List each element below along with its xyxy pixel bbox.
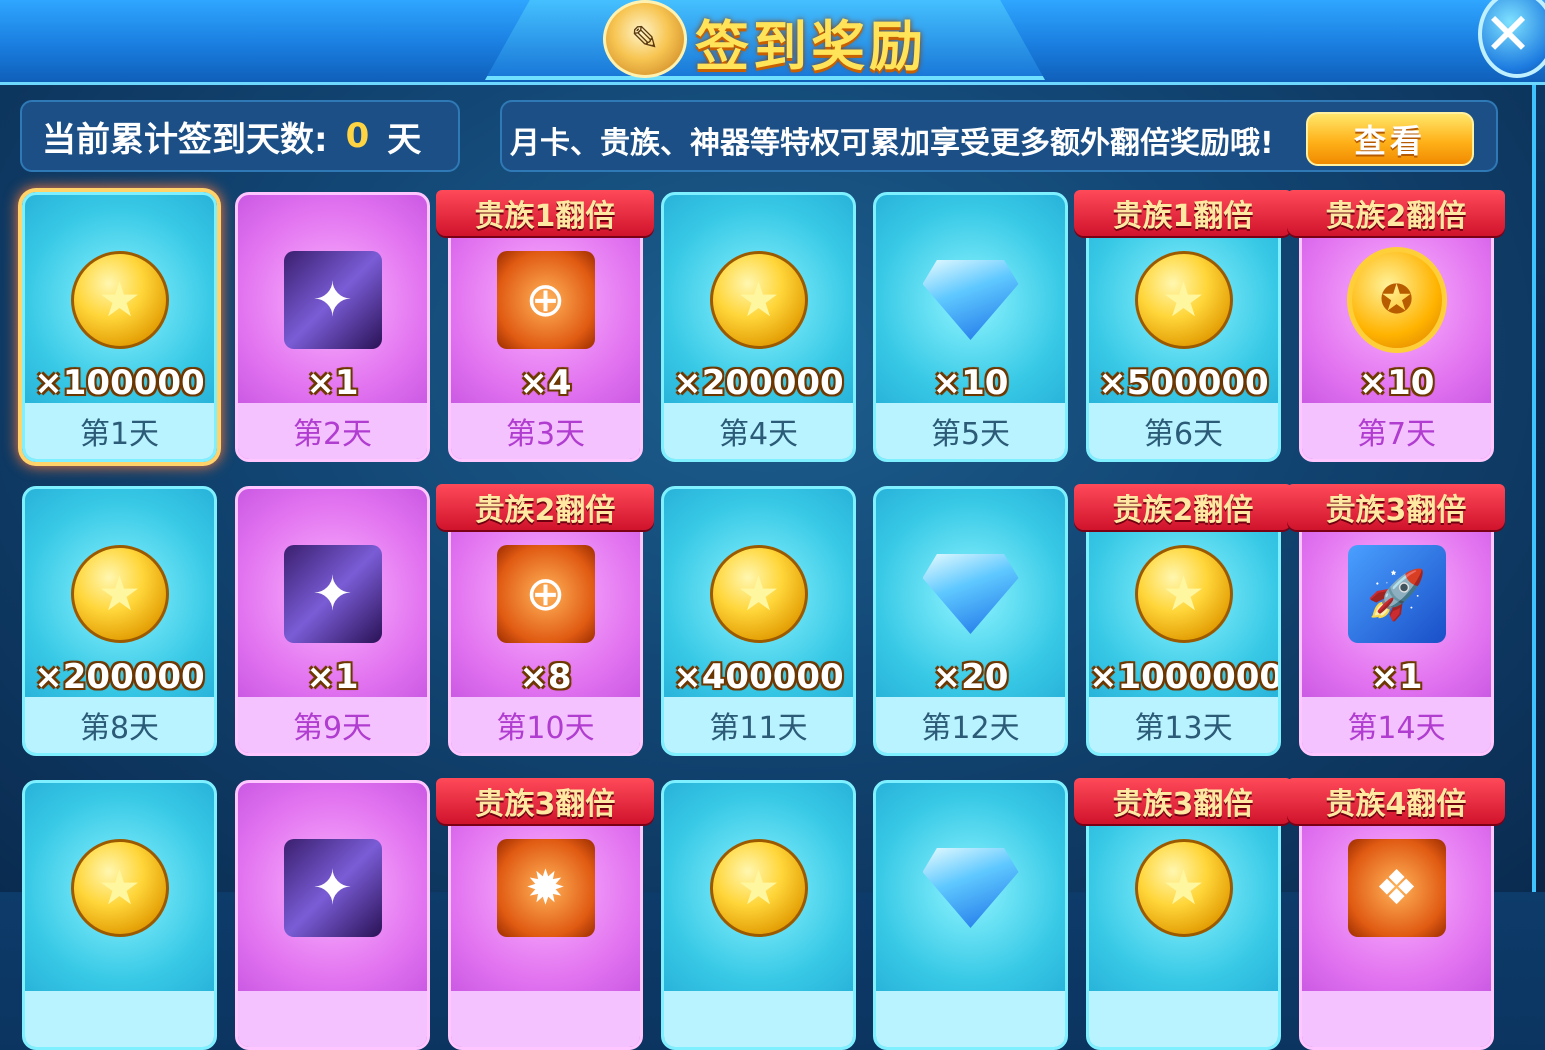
diamond-icon [921,250,1021,350]
reward-card[interactable]: ★ ×400000 第11天 [661,486,856,756]
reward-card[interactable]: ×10 第5天 [873,192,1068,462]
total-days-value: 0 [345,116,370,156]
reward-day-label: 第5天 [876,403,1065,459]
reward-card[interactable]: ★ [22,780,217,1050]
target-icon: ⊕ [496,250,596,350]
reward-card[interactable]: ★ ×200000 第4天 [661,192,856,462]
reward-card[interactable]: ✦ [235,780,430,1050]
noble-multiplier-ribbon: 贵族2翻倍 [1074,484,1292,530]
reward-amount: ×100000 [34,363,205,403]
reward-day-label: 第8天 [25,697,214,753]
reward-day-label [25,991,214,1047]
reward-amount: ×10 [932,363,1009,403]
reward-card[interactable]: ✦ ×1 第2天 [235,192,430,462]
reward-day-label: 第13天 [1089,697,1278,753]
reward-amount: ×4 [519,363,572,403]
reward-day-label: 第11天 [664,697,853,753]
coin-icon: ★ [70,250,170,350]
reward-card[interactable] [873,780,1068,1050]
reward-day-label: 第12天 [876,697,1065,753]
noble-multiplier-ribbon: 贵族2翻倍 [1287,190,1505,236]
noble-multiplier-ribbon: 贵族3翻倍 [1074,778,1292,824]
reward-amount: ×200000 [34,657,205,697]
total-days-unit: 天 [387,119,422,160]
noble-multiplier-ribbon: 贵族4翻倍 [1287,778,1505,824]
medal-icon: ✪ [1346,247,1447,353]
reward-amount: ×400000 [673,657,844,697]
coin-icon: ★ [1134,838,1234,938]
reward-card[interactable]: ✦ ×1 第9天 [235,486,430,756]
reward-amount: ×1 [306,657,359,697]
total-days-label: 当前累计签到天数: [42,119,328,160]
reward-day-label: 第7天 [1302,403,1491,459]
reward-amount: ×1 [306,363,359,403]
privilege-notice: 月卡、贵族、神器等特权可累加享受更多额外翻倍奖励哦! 查看 [500,100,1498,172]
noble-multiplier-ribbon: 贵族2翻倍 [436,484,654,530]
reward-card[interactable]: ×20 第12天 [873,486,1068,756]
reward-day-label [1302,991,1491,1047]
reward-amount: ×1000000 [1089,657,1281,697]
reward-amount: ×1 [1370,657,1423,697]
page-title: 签到奖励 [695,15,927,78]
coin-icon: ★ [1134,544,1234,644]
coin-icon: ★ [709,544,809,644]
coin-icon: ★ [70,544,170,644]
close-button[interactable]: ✕ [1478,0,1545,78]
reward-day-label: 第6天 [1089,403,1278,459]
coin-icon: ★ [70,838,170,938]
reward-card[interactable]: ★ ×200000 第8天 [22,486,217,756]
reward-day-label: 第9天 [238,697,427,753]
reward-amount: ×500000 [1098,363,1269,403]
reward-card[interactable]: ★ ×100000 第1天 [22,192,217,462]
reward-day-label [1089,991,1278,1047]
reward-day-label: 第3天 [451,403,640,459]
noble-multiplier-ribbon: 贵族1翻倍 [1074,190,1292,236]
reward-amount: ×20 [932,657,1009,697]
reward-day-label [664,991,853,1047]
reward-amount: ×200000 [673,363,844,403]
reward-amount: ×8 [519,657,572,697]
reward-day-label: 第2天 [238,403,427,459]
reward-day-label [451,991,640,1047]
wings-icon: ✦ [283,544,383,644]
fire-icon: ✹ [496,838,596,938]
diamond-icon [921,544,1021,644]
wings-icon: ✦ [283,250,383,350]
coin-icon: ★ [709,838,809,938]
view-button[interactable]: 查看 [1306,112,1474,166]
total-days-box: 当前累计签到天数: 0 天 [20,100,460,172]
wings-icon: ✦ [283,838,383,938]
privilege-notice-text: 月卡、贵族、神器等特权可累加享受更多额外翻倍奖励哦! [510,126,1274,161]
crystal-icon: ❖ [1347,838,1447,938]
reward-day-label [238,991,427,1047]
diamond-icon [921,838,1021,938]
reward-day-label: 第4天 [664,403,853,459]
checklist-pencil-icon: ✎ [603,0,687,78]
reward-day-label: 第14天 [1302,697,1491,753]
noble-multiplier-ribbon: 贵族3翻倍 [1287,484,1505,530]
target-icon: ⊕ [496,544,596,644]
noble-multiplier-ribbon: 贵族3翻倍 [436,778,654,824]
reward-amount: ×10 [1358,363,1435,403]
reward-day-label: 第1天 [25,403,214,459]
coin-icon: ★ [709,250,809,350]
close-icon: ✕ [1483,0,1533,68]
reward-card[interactable]: ★ [661,780,856,1050]
reward-day-label [876,991,1065,1047]
noble-multiplier-ribbon: 贵族1翻倍 [436,190,654,236]
reward-day-label: 第10天 [451,697,640,753]
rocket-icon: 🚀 [1347,544,1447,644]
coin-icon: ★ [1134,250,1234,350]
title-bar: ✎ 签到奖励 [0,0,1545,85]
